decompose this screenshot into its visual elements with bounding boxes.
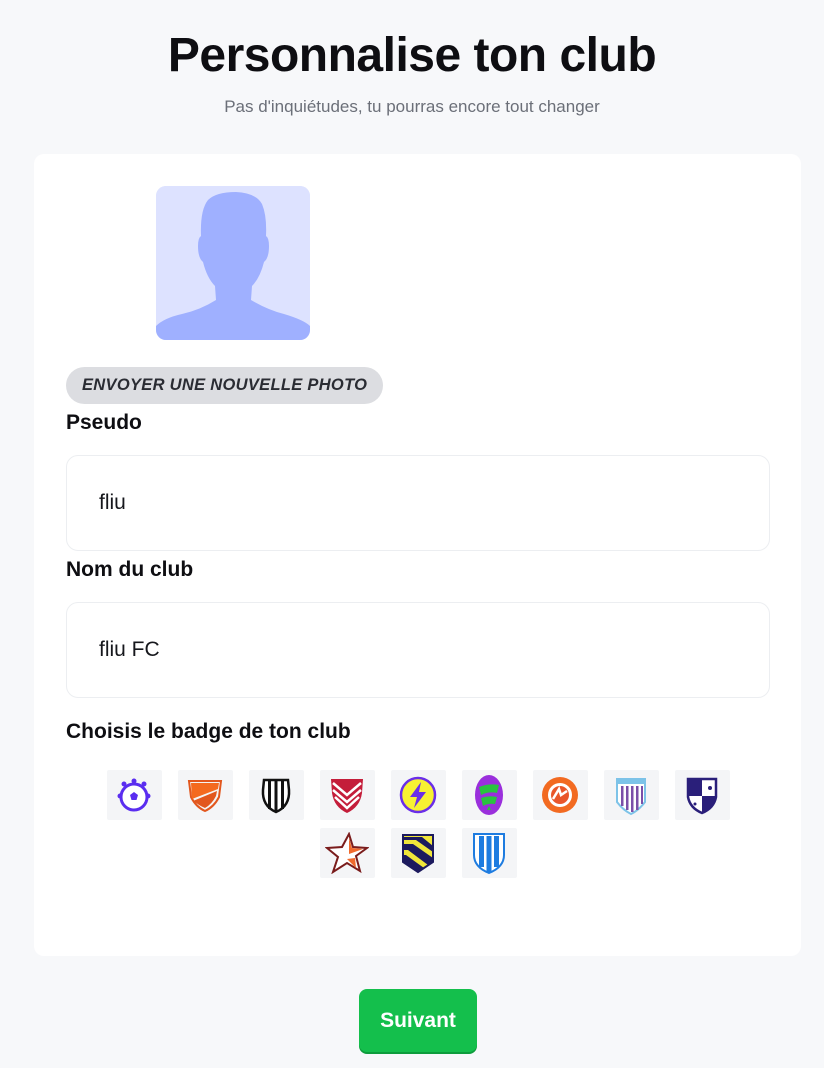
upload-photo-button[interactable]: ENVOYER UNE NOUVELLE PHOTO: [66, 367, 384, 404]
person-silhouette-icon: [156, 186, 310, 340]
badge-option-gate-purple[interactable]: [603, 770, 659, 820]
badge-option-oval-green[interactable]: [461, 770, 517, 820]
pseudo-label: Pseudo: [66, 411, 142, 434]
ball-badge-icon: [117, 778, 151, 812]
badge-option-shield-orange[interactable]: [177, 770, 233, 820]
pseudo-input[interactable]: [66, 455, 770, 551]
club-name-input[interactable]: [66, 602, 770, 698]
badge-grid: [66, 770, 770, 878]
page-subtitle: Pas d'inquiétudes, tu pourras encore tou…: [224, 97, 600, 116]
badge-option-striped-black[interactable]: [248, 770, 304, 820]
club-name-label: Nom du club: [66, 558, 194, 581]
badge-option-star-orange[interactable]: [319, 828, 375, 878]
blue-stripes-shield-icon: [473, 833, 505, 875]
quartered-shield-icon: [686, 777, 718, 815]
club-form-card: ENVOYER UNE NOUVELLE PHOTO Pseudo Nom du…: [34, 154, 801, 956]
round-badge-icon: [542, 777, 578, 813]
gate-badge-icon: [616, 778, 646, 816]
page-title: Personnalise ton club: [167, 29, 657, 82]
badge-option-round-orange[interactable]: [532, 770, 588, 820]
badge-option-quartered-navy[interactable]: [674, 770, 730, 820]
badge-option-chevrons-red[interactable]: [319, 770, 375, 820]
badge-option-lightning-purple[interactable]: [390, 770, 446, 820]
next-button[interactable]: Suivant: [359, 989, 477, 1052]
badge-option-ball-purple[interactable]: [106, 770, 162, 820]
badge-section-label: Choisis le badge de ton club: [66, 720, 351, 743]
stripes-shield-icon: [402, 834, 434, 874]
star-badge-icon: [325, 832, 369, 874]
chevron-shield-icon: [331, 779, 363, 813]
lightning-badge-icon: [399, 776, 437, 814]
striped-shield-icon: [261, 778, 291, 814]
badge-option-stripes-blue[interactable]: [461, 828, 517, 878]
oval-badge-icon: [475, 775, 503, 815]
avatar[interactable]: [156, 186, 310, 340]
shield-badge-icon: [187, 780, 223, 813]
badge-option-stripes-yellow[interactable]: [390, 828, 446, 878]
